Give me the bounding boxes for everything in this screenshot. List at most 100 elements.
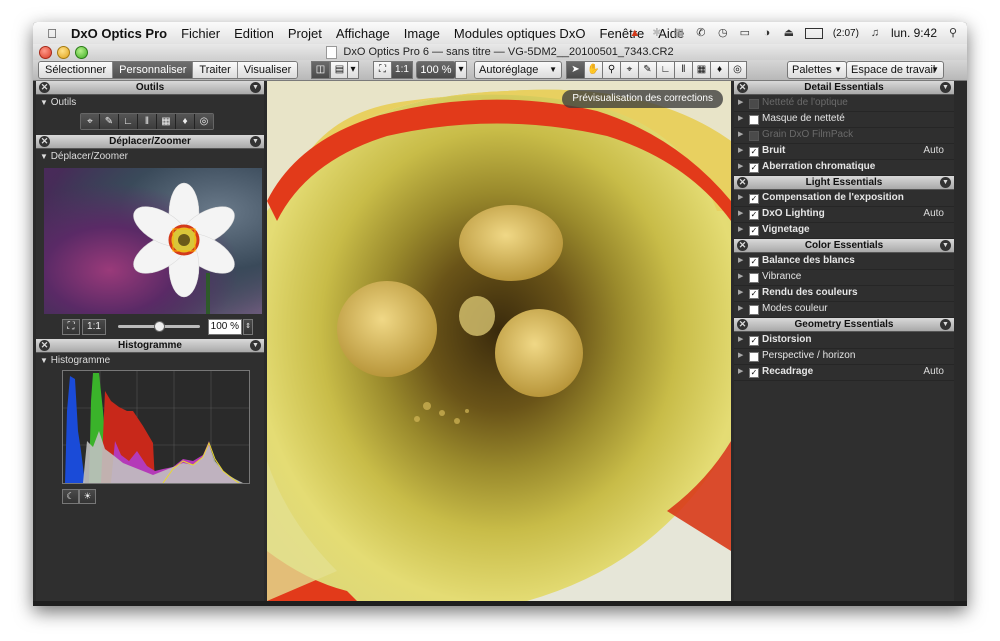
crop-icon[interactable]: ⌖ bbox=[81, 114, 100, 129]
zoom-slider[interactable] bbox=[118, 321, 200, 332]
correction-checkbox[interactable]: ✓ bbox=[749, 226, 759, 236]
repair-icon[interactable]: ♦ bbox=[176, 114, 195, 129]
histogram-subheader[interactable]: ▼ Histogramme bbox=[40, 355, 110, 366]
display-icon[interactable]: ▭ bbox=[739, 27, 751, 39]
apple-icon[interactable]:  bbox=[43, 26, 61, 41]
tab-visualiser[interactable]: Visualiser bbox=[237, 62, 298, 78]
chevron-down-icon[interactable]: ▼ bbox=[940, 82, 951, 93]
chevron-down-icon[interactable]: ▼ bbox=[940, 177, 951, 188]
menu-modules[interactable]: Modules optiques DxO bbox=[454, 26, 586, 41]
preview-corrections-toggle[interactable]: Prévisualisation des corrections bbox=[562, 90, 723, 108]
chevron-down-icon[interactable]: ▼ bbox=[250, 136, 261, 147]
correction-row[interactable]: ▶ Masque de netteté bbox=[734, 111, 954, 128]
correction-row[interactable]: ▶ ✓ DxO Lighting Auto bbox=[734, 206, 954, 223]
disclosure-triangle-icon[interactable]: ▶ bbox=[738, 253, 743, 269]
disclosure-triangle-icon[interactable]: ▶ bbox=[738, 301, 743, 317]
close-icon[interactable]: ✕ bbox=[737, 82, 748, 93]
zoom-slider-knob[interactable] bbox=[154, 321, 165, 332]
workspace-dropdown[interactable]: Espace de travail ▼ bbox=[846, 61, 944, 79]
fit-icon[interactable]: ⛶ bbox=[62, 319, 80, 335]
close-icon[interactable]: ✕ bbox=[737, 177, 748, 188]
navigator-ratio-button[interactable]: 1:1 bbox=[82, 319, 106, 335]
chevron-down-icon[interactable]: ▼ bbox=[940, 240, 951, 251]
phone-icon[interactable]: ✆ bbox=[695, 27, 707, 39]
navigator-zoom-value[interactable]: 100 % bbox=[208, 319, 242, 335]
correction-checkbox[interactable]: ✓ bbox=[749, 257, 759, 267]
disclosure-triangle-icon[interactable]: ▶ bbox=[738, 332, 743, 348]
close-icon[interactable]: ✕ bbox=[39, 82, 50, 93]
image-viewer[interactable]: Prévisualisation des corrections bbox=[267, 81, 731, 601]
menu-image[interactable]: Image bbox=[404, 26, 440, 41]
disclosure-triangle-icon[interactable]: ▶ bbox=[738, 127, 743, 143]
move-zoom-panel-header[interactable]: ✕ Déplacer/Zoomer ▼ bbox=[36, 135, 264, 149]
autoreglage-dropdown[interactable]: Autoréglage ▼ bbox=[474, 61, 562, 79]
correction-checkbox[interactable]: ✓ bbox=[749, 163, 759, 173]
ratio-1-1-button[interactable]: 1:1 bbox=[391, 61, 413, 79]
disclosure-triangle-icon[interactable]: ▶ bbox=[738, 285, 743, 301]
menu-app-name[interactable]: DxO Optics Pro bbox=[71, 26, 167, 41]
redeye-icon[interactable]: ◎ bbox=[195, 114, 213, 129]
correction-checkbox[interactable] bbox=[749, 99, 759, 109]
repair-tool-icon[interactable]: ♦ bbox=[710, 61, 729, 79]
zoom-stepper-icon[interactable]: ⇕ bbox=[243, 319, 253, 335]
correction-row[interactable]: ▶ Netteté de l'optique bbox=[734, 95, 954, 112]
correction-checkbox[interactable]: ✓ bbox=[749, 194, 759, 204]
redeye-tool-icon[interactable]: ◎ bbox=[728, 61, 747, 79]
correction-row[interactable]: ▶ ✓ Distorsion bbox=[734, 332, 954, 349]
correction-row[interactable]: ▶ Modes couleur bbox=[734, 301, 954, 318]
correction-checkbox[interactable]: ✓ bbox=[749, 147, 759, 157]
disclosure-triangle-icon[interactable]: ▶ bbox=[738, 190, 743, 206]
disclosure-triangle-icon[interactable]: ▶ bbox=[738, 111, 743, 127]
chevron-down-icon[interactable]: ▼ bbox=[250, 340, 261, 351]
correction-row[interactable]: ▶ Perspective / horizon bbox=[734, 348, 954, 365]
correction-row[interactable]: ▶ ✓ Compensation de l'exposition bbox=[734, 190, 954, 207]
zoom-menu-chevron-icon[interactable]: ▾ bbox=[455, 61, 467, 79]
horizon-tool-icon[interactable]: ∟ bbox=[656, 61, 675, 79]
disclosure-triangle-icon[interactable]: ▶ bbox=[738, 348, 743, 364]
disclosure-triangle-icon[interactable]: ▶ bbox=[738, 206, 743, 222]
grid-tool-icon[interactable]: ▦ bbox=[692, 61, 711, 79]
grid-icon[interactable]: ▦ bbox=[673, 27, 685, 39]
close-icon[interactable]: ✕ bbox=[39, 340, 50, 351]
view-menu-chevron-icon[interactable]: ▾ bbox=[347, 61, 359, 79]
grid-icon[interactable]: ▦ bbox=[157, 114, 176, 129]
menu-projet[interactable]: Projet bbox=[288, 26, 322, 41]
correction-checkbox[interactable] bbox=[749, 305, 759, 315]
tab-personnaliser[interactable]: Personnaliser bbox=[113, 62, 194, 78]
section-header-2[interactable]: ✕ Color Essentials ▼ bbox=[734, 239, 954, 253]
correction-row[interactable]: ▶ ✓ Rendu des couleurs bbox=[734, 285, 954, 302]
correction-checkbox[interactable]: ✓ bbox=[749, 289, 759, 299]
correction-checkbox[interactable] bbox=[749, 115, 759, 125]
correction-row[interactable]: ▶ ✓ Vignetage bbox=[734, 222, 954, 239]
pointer-tool-icon[interactable]: ➤ bbox=[566, 61, 585, 79]
correction-checkbox[interactable]: ✓ bbox=[749, 368, 759, 378]
navigator-thumbnail[interactable] bbox=[44, 168, 262, 314]
zoom-window-icon[interactable] bbox=[75, 46, 88, 59]
palettes-dropdown[interactable]: Palettes ▼ bbox=[787, 61, 847, 79]
chevron-down-icon[interactable]: ▼ bbox=[250, 82, 261, 93]
minimize-window-icon[interactable] bbox=[57, 46, 70, 59]
tab-traiter[interactable]: Traiter bbox=[193, 62, 238, 78]
crop-tool-icon[interactable]: ⌖ bbox=[620, 61, 639, 79]
menu-edition[interactable]: Edition bbox=[234, 26, 274, 41]
wifi-icon[interactable]: ◑ bbox=[761, 27, 773, 39]
move-zoom-subheader[interactable]: ▼ Déplacer/Zoomer bbox=[40, 151, 128, 162]
section-header-1[interactable]: ✕ Light Essentials ▼ bbox=[734, 176, 954, 190]
disclosure-triangle-icon[interactable]: ▶ bbox=[738, 269, 743, 285]
perspective-tool-icon[interactable]: ‖ bbox=[674, 61, 693, 79]
tab-selectionner[interactable]: Sélectionner bbox=[39, 62, 114, 78]
shadow-clipping-icon[interactable]: ☾ bbox=[62, 489, 79, 504]
correction-row[interactable]: ▶ Grain DxO FilmPack bbox=[734, 127, 954, 144]
time-machine-icon[interactable]: ◷ bbox=[717, 27, 729, 39]
fit-screen-icon[interactable]: ⛶ bbox=[373, 61, 392, 79]
correction-row[interactable]: ▶ Vibrance bbox=[734, 269, 954, 286]
volume-icon[interactable]: ♫ bbox=[869, 27, 881, 39]
correction-row[interactable]: ▶ ✓ Recadrage Auto bbox=[734, 364, 954, 381]
eject-icon[interactable]: ⏏ bbox=[783, 27, 795, 39]
disclosure-triangle-icon[interactable]: ▶ bbox=[738, 364, 743, 380]
disclosure-triangle-icon[interactable]: ▶ bbox=[738, 95, 743, 111]
disclosure-triangle-icon[interactable]: ▶ bbox=[738, 159, 743, 175]
chevron-down-icon[interactable]: ▼ bbox=[940, 319, 951, 330]
tools-panel-header[interactable]: ✕ Outils ▼ bbox=[36, 81, 264, 95]
correction-checkbox[interactable]: ✓ bbox=[749, 210, 759, 220]
